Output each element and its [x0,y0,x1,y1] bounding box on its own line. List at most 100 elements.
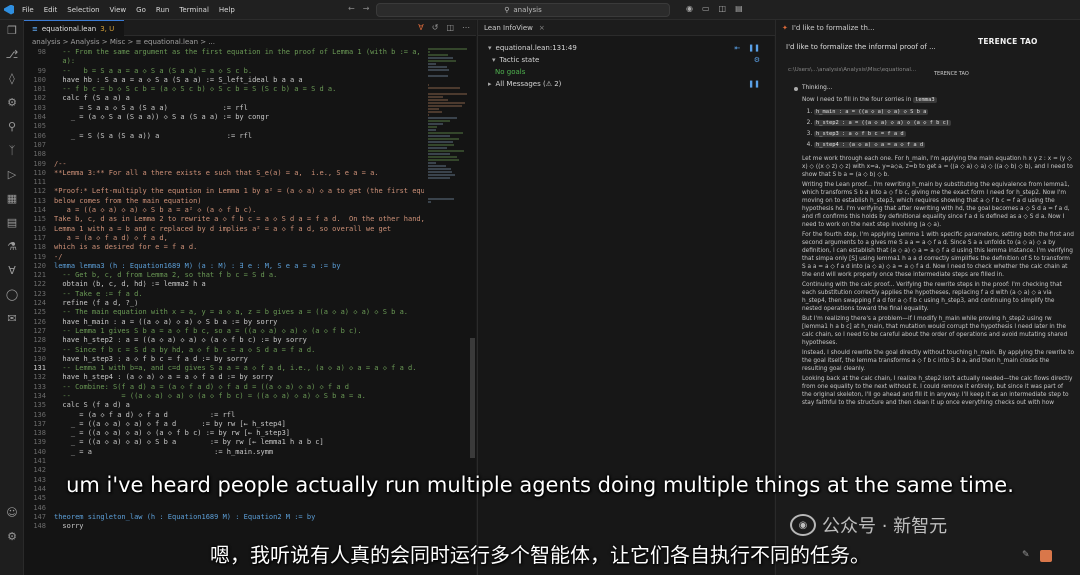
code-line[interactable]: 109 /-- [24,160,424,169]
code-line[interactable]: 100 have hb : S a a = a ◇ S a (S a a) :=… [24,76,424,85]
code-line[interactable]: 133 -- Combine: S(f a d) a = (a ◇ f a d)… [24,383,424,392]
chat-title[interactable]: I'd like to formalize the informal proof… [786,43,936,51]
code-line[interactable]: 102 calc f (S a a) a [24,94,424,103]
code-line[interactable]: 146 [24,504,424,513]
code-line[interactable]: 130 have h_step3 : a ◇ f b c = f a d := … [24,355,424,364]
code-line[interactable]: 140 _ = a := h_main.symm [24,448,424,457]
breadcrumb[interactable]: analysis > Analysis > Misc > ≡ equationa… [32,38,215,46]
code-line[interactable]: 114 a = ((a ◇ a) ◇ a) ◇ S b a = a² ◇ (a … [24,206,424,215]
command-search-box[interactable]: ⚲ analysis [376,3,670,17]
code-line[interactable]: 99 -- b = S a a = a ◇ S a (S a a) = a ◇ … [24,67,424,76]
code-line[interactable]: 113 below comes from the main equation) [24,197,424,206]
menu-terminal[interactable]: Terminal [179,6,209,14]
code-line[interactable]: 132 have h_step4 : (a ◇ a) ◇ a = a ◇ f a… [24,373,424,382]
lean-menu-icon[interactable]: ∀ [418,23,423,32]
send-button-icon[interactable] [1039,550,1052,562]
code-line[interactable]: 123 -- Take e := f a d. [24,290,424,299]
panel-icon[interactable]: ▤ [735,4,743,13]
extensions-icon[interactable]: ▦ [5,192,19,206]
python-icon[interactable]: ◊ [5,72,19,86]
settings-icon[interactable]: ⚙ [5,530,19,544]
code-line[interactable]: 115 Take b, c, d as in Lemma 2 to rewrite… [24,215,424,224]
code-line[interactable]: 147 theorem singleton_law (h : Equation16… [24,513,424,522]
code-line[interactable]: 107 [24,141,424,150]
preview-icon[interactable]: ↺ [432,23,439,32]
code-line[interactable]: 122 obtain ⟨b, c, d, hd⟩ := lemma2 h a [24,280,424,289]
menu-edit[interactable]: Edit [44,6,58,14]
thinking-toggle[interactable]: Thinking... [802,84,1074,92]
attach-icon[interactable]: ✎ [1022,550,1030,562]
code-line[interactable]: 129 -- Since f b c = S d a by hd, a ◇ f … [24,346,424,355]
settings-sync-icon[interactable]: ⚙ [5,96,19,110]
menu-help[interactable]: Help [219,6,235,14]
code-line[interactable]: 135 calc S (f a d) a [24,401,424,410]
close-icon[interactable]: × [539,24,545,32]
code-line[interactable]: 127 -- Lemma 1 gives S b a = a ◇ f b c, … [24,327,424,336]
menu-go[interactable]: Go [136,6,146,14]
lean-icon[interactable]: ∀ [5,264,19,278]
tactic-state-header[interactable]: ▾ Tactic state [492,56,539,64]
menu-selection[interactable]: Selection [67,6,99,14]
forward-arrow-icon[interactable]: → [363,4,370,13]
split-editor-icon[interactable]: ◫ [446,23,454,32]
minimap[interactable] [428,48,468,203]
more-actions-icon[interactable]: ⋯ [462,23,470,32]
code-line[interactable]: 124 refine ⟨f a d, ?_⟩ [24,299,424,308]
code-line[interactable]: 119 -/ [24,253,424,262]
code-line[interactable]: 141 [24,457,424,466]
menu-run[interactable]: Run [156,6,169,14]
split-icon[interactable]: ◫ [719,4,727,13]
filter-icon[interactable]: ⚙ [754,56,760,64]
code-line[interactable]: a): [24,57,424,66]
source-control-icon[interactable]: ⎇ [5,48,19,62]
chat-icon[interactable]: ✉ [5,312,19,326]
code-line[interactable]: 98 -- From the same argument as the firs… [24,48,424,57]
code-line[interactable]: 104 _ = (a ◇ S a (S a a)) ◇ S a (S a a) … [24,113,424,122]
code-line[interactable]: 110 **Lemma 3:** For all a there exists e… [24,169,424,178]
explorer-icon[interactable]: ❐ [5,24,19,38]
code-line[interactable]: 101 -- f b c = b ◇ S c b = (a ◇ S c b) ◇… [24,85,424,94]
code-line[interactable]: 108 [24,150,424,159]
search-icon[interactable]: ⚲ [5,120,19,134]
run-debug-icon[interactable]: ▷ [5,168,19,182]
code-line[interactable]: 125 -- The main equation with x = a, y =… [24,308,424,317]
testing-icon[interactable]: ⚗ [5,240,19,254]
menu-file[interactable]: File [22,6,34,14]
code-line[interactable]: 105 [24,122,424,131]
code-line[interactable]: 137 _ = ((a ◇ a) ◇ a) ◇ f a d := by rw [… [24,420,424,429]
code-line[interactable]: 128 have h_step2 : a = ((a ◇ a) ◇ a) ◇ (… [24,336,424,345]
code-line[interactable]: 117 a = (a ◇ f a d) ◇ f a d, [24,234,424,243]
code-line[interactable]: 131 -- Lemma 1 with b=a, and c=d gives S… [24,364,424,373]
all-messages-header[interactable]: ▸ All Messages (⚠ 2) [488,80,561,88]
git-branch-icon[interactable]: ᛉ [5,144,19,158]
back-arrow-icon[interactable]: ← [348,4,355,13]
code-line[interactable]: 111 [24,178,424,187]
infoview-file-position[interactable]: ▾ equational.lean:131:49 [488,44,577,52]
code-line[interactable]: 126 have h_main : a = ((a ◇ a) ◇ a) ◇ S … [24,318,424,327]
tab-chat[interactable]: ✦ I'd like to formalize th... [776,20,896,36]
layout-icon[interactable]: ▭ [702,4,710,13]
pause-icon[interactable]: ❚❚ [748,44,760,52]
goto-icon[interactable]: ⇤ [734,44,740,52]
github-icon[interactable]: ◯ [5,288,19,302]
menu-view[interactable]: View [110,6,127,14]
code-line[interactable]: 120 lemma lemma3 (h : Equation1689 M) (a … [24,262,424,271]
code-line[interactable]: 112 *Proof:* Left-multiply the equation i… [24,187,424,196]
account-icon[interactable]: ☺ [5,506,19,520]
code-line[interactable]: 148 sorry [24,522,424,531]
code-line[interactable]: 103 = S a a ◇ S a (S a a) := rfl [24,104,424,113]
pause-icon[interactable]: ❚❚ [748,80,760,88]
code-line[interactable]: 134 -- = ((a ◇ a) ◇ a) ◇ (a ◇ f b c) = (… [24,392,424,401]
code-line[interactable]: 121 -- Get b, c, d from Lemma 2, so that… [24,271,424,280]
code-line[interactable]: 106 _ = S (S a (S a a)) a := rfl [24,132,424,141]
code-line[interactable]: 136 = (a ◇ f a d) ◇ f a d := rfl [24,411,424,420]
copilot-icon[interactable]: ◉ [686,4,693,13]
code-line[interactable]: 116 Lemma 1 with a = b and c replaced by … [24,225,424,234]
code-line[interactable]: 138 _ = ((a ◇ a) ◇ a) ◇ (a ◇ f b c) := b… [24,429,424,438]
editor-scrollbar[interactable] [470,338,475,458]
code-line[interactable]: 118 which is as desired for e = f a d. [24,243,424,252]
code-line[interactable]: 139 _ = ((a ◇ a) ◇ a) ◇ S b a := by rw [… [24,438,424,447]
tab-equational-lean[interactable]: ≡ equational.lean 3, U [24,20,125,36]
remote-icon[interactable]: ▤ [5,216,19,230]
tab-lean-infoview[interactable]: Lean InfoView × [478,20,775,36]
